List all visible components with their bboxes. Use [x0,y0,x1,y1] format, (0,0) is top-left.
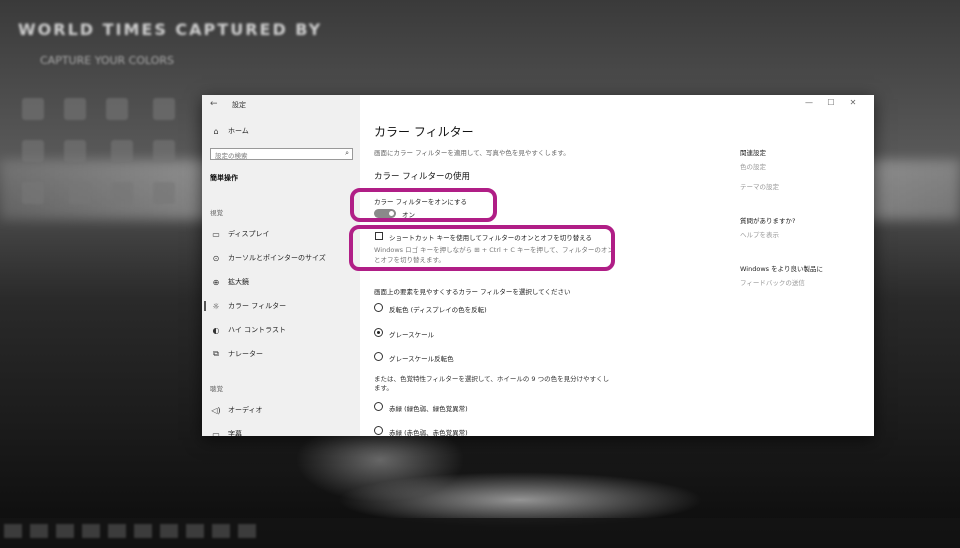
search-input[interactable]: 設定の検索 ⌕ [210,148,353,160]
minimize-button[interactable]: — [798,98,820,107]
taskbar-item[interactable] [108,524,126,538]
radio-label[interactable]: 赤緑 (緑色弱、緑色覚異常) [389,403,468,413]
narrator-icon: ⧉ [213,349,219,358]
desktop-subtitle: CAPTURE YOUR COLORS [40,54,175,67]
toggle-state: オン [402,211,415,219]
desktop-icon[interactable] [111,182,134,204]
magnifier-icon: ⊕ [212,277,220,287]
feedback-link[interactable]: フィードバックの送信 [740,277,805,287]
page-description: 画面にカラー フィルターを適用して、写真や色を見やすくします。 [374,149,570,157]
settings-window: ← 設定 ⌂ ホーム 設定の検索 ⌕ 簡単操作 視覚 ▭ ディスプレイ ⊙ カー… [202,95,874,436]
help-link[interactable]: ヘルプを表示 [740,229,779,239]
sidebar-item-label: 拡大鏡 [228,278,249,286]
color-settings-link[interactable]: 色の設定 [740,161,766,171]
filter-select-prompt: 画面上の要素を見やすくするカラー フィルターを選択してください [374,288,571,296]
taskbar-item[interactable] [160,524,178,538]
search-icon[interactable]: ⌕ [345,149,349,158]
active-indicator [204,301,206,311]
page-title: カラー フィルター [374,125,474,139]
improve-heading: Windows をより良い製品に [740,265,823,273]
radio-deuteranopia[interactable] [374,402,383,411]
taskbar-item[interactable] [30,524,48,538]
sidebar-item-magnifier[interactable]: ⊕ 拡大鏡 [210,277,249,287]
back-arrow-icon[interactable]: ← [210,99,218,109]
radio-inverted[interactable] [374,303,383,312]
window-controls: — ☐ ✕ [798,98,864,107]
related-settings-heading: 関連設定 [740,149,766,157]
sidebar-item-label: ディスプレイ [228,230,270,238]
sidebar-item-label: カラー フィルター [228,302,287,310]
taskbar-item[interactable] [212,524,230,538]
desktop-icon[interactable] [64,98,86,120]
radio-label[interactable]: グレースケール [389,329,434,339]
desktop-icon[interactable] [153,98,176,120]
taskbar-item[interactable] [238,524,256,538]
shortcut-checkbox[interactable] [375,232,383,240]
window-title: 設定 [232,101,246,109]
maximize-button[interactable]: ☐ [820,98,842,107]
taskbar-item[interactable] [134,524,152,538]
desktop-icon[interactable] [22,98,44,120]
sidebar-item-color-filter[interactable]: ☼ カラー フィルター [210,301,286,311]
section-heading: カラー フィルターの使用 [374,172,471,182]
taskbar-item[interactable] [186,524,204,538]
sidebar-section-title: 簡単操作 [210,174,238,182]
sidebar-item-narrator[interactable]: ⧉ ナレーター [210,349,263,359]
taskbar-item[interactable] [56,524,74,538]
main-pane: — ☐ ✕ カラー フィルター 画面にカラー フィルターを適用して、写真や色を見やす… [360,95,874,436]
sidebar-item-label: 字幕 [228,430,242,436]
toggle-knob [389,211,394,216]
question-heading: 質問がありますか? [740,217,796,225]
desktop-icon[interactable] [106,98,128,120]
sidebar-item-label: オーディオ [228,406,263,414]
desktop-watermark: WORLD TIMES CAPTURED BY [18,20,323,39]
contrast-icon: ◐ [212,325,220,335]
desktop-icon[interactable] [22,182,44,204]
taskbar-item[interactable] [4,524,22,538]
home-icon: ⌂ [213,126,219,136]
desktop-icons [12,90,192,216]
desktop-icon[interactable] [22,140,44,162]
search-placeholder: 設定の検索 [215,152,248,160]
radio-label[interactable]: グレースケール反転色 [389,353,454,363]
audio-icon: ◁) [211,405,221,415]
caption-icon: ▭ [212,429,220,437]
taskbar-item[interactable] [82,524,100,538]
color-filter-toggle[interactable] [374,209,396,218]
sidebar-item-cursor[interactable]: ⊙ カーソルとポインターのサイズ [210,253,326,263]
color-filter-icon: ☼ [212,301,220,311]
sidebar-item-display[interactable]: ▭ ディスプレイ [210,229,270,239]
sidebar-group-hearing: 聴覚 [210,385,223,393]
sidebar-item-label: ハイ コントラスト [228,326,286,334]
sidebar-group-vision: 視覚 [210,209,223,217]
sidebar-item-audio[interactable]: ◁) オーディオ [210,405,263,415]
shortcut-label[interactable]: ショートカット キーを使用してフィルターのオンとオフを切り替える [389,232,592,242]
display-icon: ▭ [212,229,220,239]
toggle-label: カラー フィルターをオンにする [374,198,468,206]
sidebar-item-label: ナレーター [228,350,263,358]
desktop-icon[interactable] [69,182,92,204]
sidebar-item-high-contrast[interactable]: ◐ ハイ コントラスト [210,325,286,335]
taskbar [0,518,960,544]
desktop-icon[interactable] [64,140,86,162]
radio-grayscale-inverted[interactable] [374,352,383,361]
sidebar-item-label: ホーム [228,127,249,135]
close-button[interactable]: ✕ [842,98,864,107]
radio-label[interactable]: 赤緑 (赤色弱、赤色覚異常) [389,427,468,436]
desktop-icon[interactable] [153,140,176,162]
sidebar: ← 設定 ⌂ ホーム 設定の検索 ⌕ 簡単操作 視覚 ▭ ディスプレイ ⊙ カー… [202,95,360,436]
sidebar-item-label: カーソルとポインターのサイズ [228,254,326,262]
radio-grayscale[interactable] [374,328,383,337]
desktop-icon[interactable] [153,182,176,204]
sidebar-item-home[interactable]: ⌂ ホーム [210,126,249,136]
shortcut-description: Windows ロゴ キーを押しながら ⊞ + Ctrl + C キーを押して、… [374,246,614,264]
theme-settings-link[interactable]: テーマの設定 [740,181,779,191]
cursor-icon: ⊙ [212,253,220,263]
desktop-icon[interactable] [111,140,134,162]
radio-protanopia[interactable] [374,426,383,435]
cvd-prompt: または、色覚特性フィルターを選択して、ホイールの 9 つの色を見分けやすくします… [374,375,610,392]
radio-label[interactable]: 反転色 (ディスプレイの色を反転) [389,304,487,314]
sidebar-item-captions[interactable]: ▭ 字幕 [210,429,242,437]
